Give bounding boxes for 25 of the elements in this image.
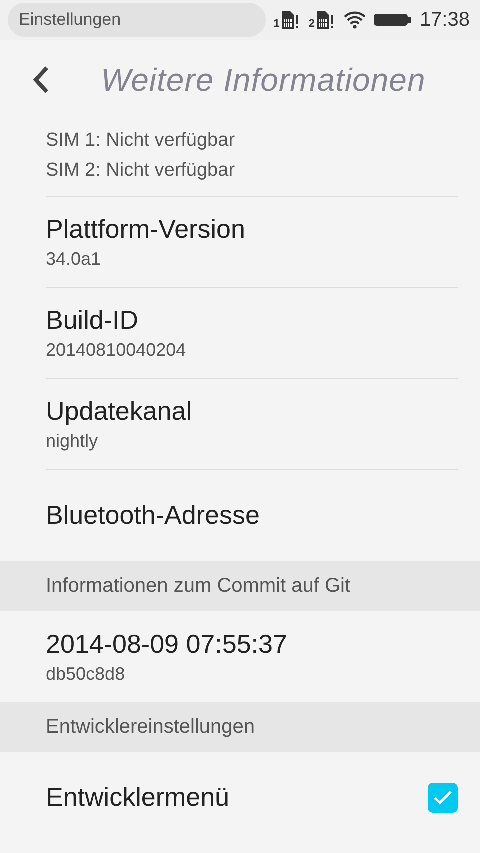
sim-card-icon <box>316 10 336 30</box>
info-line: SIM 2: Nicht verfügbar <box>46 160 236 182</box>
info-line: SIM 1: Nicht verfügbar <box>46 130 236 152</box>
item-title: Build-ID <box>46 305 140 336</box>
item-value: 20140810040204 <box>46 340 186 361</box>
app-title: Einstellungen <box>8 3 266 37</box>
item-title: Plattform-Version <box>46 214 246 245</box>
checkbox[interactable] <box>428 782 458 812</box>
item-value: db50c8d8 <box>46 664 126 684</box>
item-title: Updatekanal <box>46 396 192 427</box>
sim-card-icon <box>280 10 301 30</box>
item-title: Entwicklermenü <box>46 782 230 813</box>
item-title: 2014-08-09 07:55:37 <box>46 628 288 660</box>
checkmark-icon <box>433 790 453 806</box>
sim-slot-number: 2 <box>308 18 315 30</box>
item-title: Bluetooth-Adresse <box>46 500 260 531</box>
page-title: Weitere Informationen <box>101 62 426 98</box>
wifi-icon <box>344 11 366 29</box>
item-value: 34.0a1 <box>46 249 102 270</box>
sim-slot-number: 1 <box>274 18 280 30</box>
item-value: nightly <box>46 431 100 452</box>
section-header: Informationen zum Commit auf Git <box>0 561 480 611</box>
clock: 17:38 <box>420 8 470 32</box>
section-header: Entwicklereinstellungen <box>0 702 480 752</box>
battery-icon <box>374 13 412 27</box>
